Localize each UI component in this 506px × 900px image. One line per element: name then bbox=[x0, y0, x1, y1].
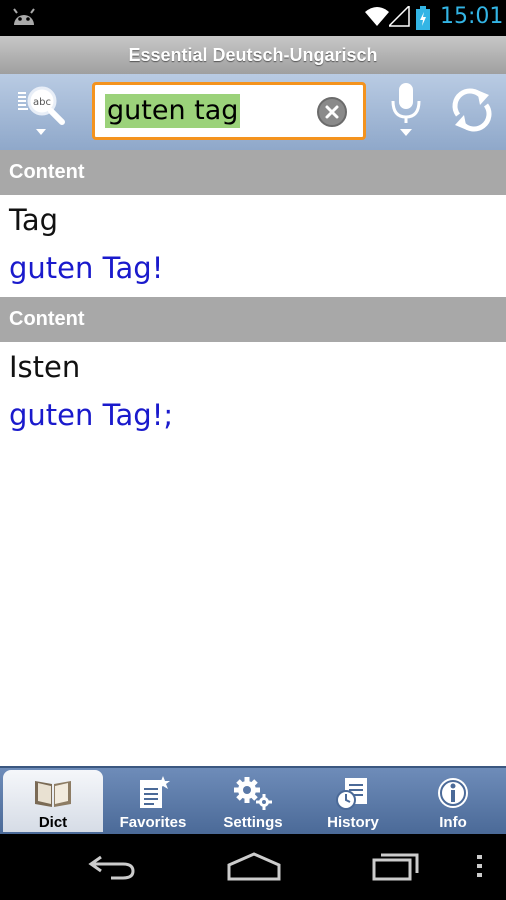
voice-search-button[interactable] bbox=[380, 82, 432, 142]
battery-charging-icon bbox=[416, 6, 430, 34]
favorites-icon bbox=[103, 776, 203, 810]
tab-label: Favorites bbox=[119, 814, 187, 831]
tab-info[interactable]: Info bbox=[403, 770, 503, 832]
tab-favorites[interactable]: Favorites bbox=[103, 770, 203, 832]
search-input[interactable]: guten tag bbox=[92, 82, 366, 140]
menu-icon bbox=[477, 854, 483, 882]
swap-direction-button[interactable] bbox=[442, 82, 502, 142]
result-translation[interactable]: guten Tag!; bbox=[9, 398, 173, 432]
book-icon bbox=[3, 776, 103, 810]
lookup-mode-button[interactable]: abc bbox=[14, 82, 74, 142]
home-icon bbox=[226, 851, 282, 885]
recents-icon bbox=[371, 851, 421, 885]
android-debug-icon bbox=[10, 7, 38, 31]
tab-label: History bbox=[327, 814, 379, 831]
tab-dict[interactable]: Dict bbox=[3, 770, 103, 832]
tab-label: Settings bbox=[223, 814, 283, 831]
overflow-menu-button[interactable] bbox=[468, 848, 492, 888]
result-translation[interactable]: guten Tag! bbox=[9, 251, 163, 285]
back-icon bbox=[87, 851, 137, 885]
back-button[interactable] bbox=[82, 848, 142, 888]
bottom-tab-bar: Dict Favorites Settings History Info bbox=[0, 766, 506, 834]
result-section-header: Content bbox=[0, 297, 506, 342]
section-header-label: Content bbox=[9, 161, 85, 183]
tab-settings[interactable]: Settings bbox=[203, 770, 303, 832]
tab-history[interactable]: History bbox=[303, 770, 403, 832]
system-nav-bar bbox=[0, 834, 506, 900]
wifi-icon bbox=[365, 6, 389, 32]
result-section-header: Content bbox=[0, 150, 506, 195]
status-bar: 15:01 bbox=[0, 0, 506, 36]
section-header-label: Content bbox=[9, 308, 85, 330]
microphone-icon bbox=[386, 81, 426, 143]
tab-label: Dict bbox=[38, 814, 68, 831]
search-toolbar: abc guten tag bbox=[0, 74, 506, 150]
info-icon bbox=[403, 776, 503, 810]
home-button[interactable] bbox=[222, 848, 286, 888]
tab-label: Info bbox=[439, 814, 467, 831]
gears-icon bbox=[203, 776, 303, 810]
app-title: Essential Deutsch-Ungarisch bbox=[128, 45, 378, 65]
refresh-arrows-icon bbox=[449, 87, 495, 137]
result-headword[interactable]: Isten bbox=[9, 350, 80, 384]
svg-text:abc: abc bbox=[33, 97, 51, 108]
status-time: 15:01 bbox=[440, 4, 504, 29]
signal-icon bbox=[387, 4, 411, 32]
clear-search-icon[interactable] bbox=[317, 97, 347, 127]
app-title-bar: Essential Deutsch-Ungarisch bbox=[0, 36, 506, 74]
magnifier-abc-icon: abc bbox=[16, 81, 72, 143]
search-query-text[interactable]: guten tag bbox=[105, 94, 241, 128]
result-headword[interactable]: Tag bbox=[9, 203, 58, 237]
recents-button[interactable] bbox=[366, 848, 426, 888]
history-icon bbox=[303, 776, 403, 810]
